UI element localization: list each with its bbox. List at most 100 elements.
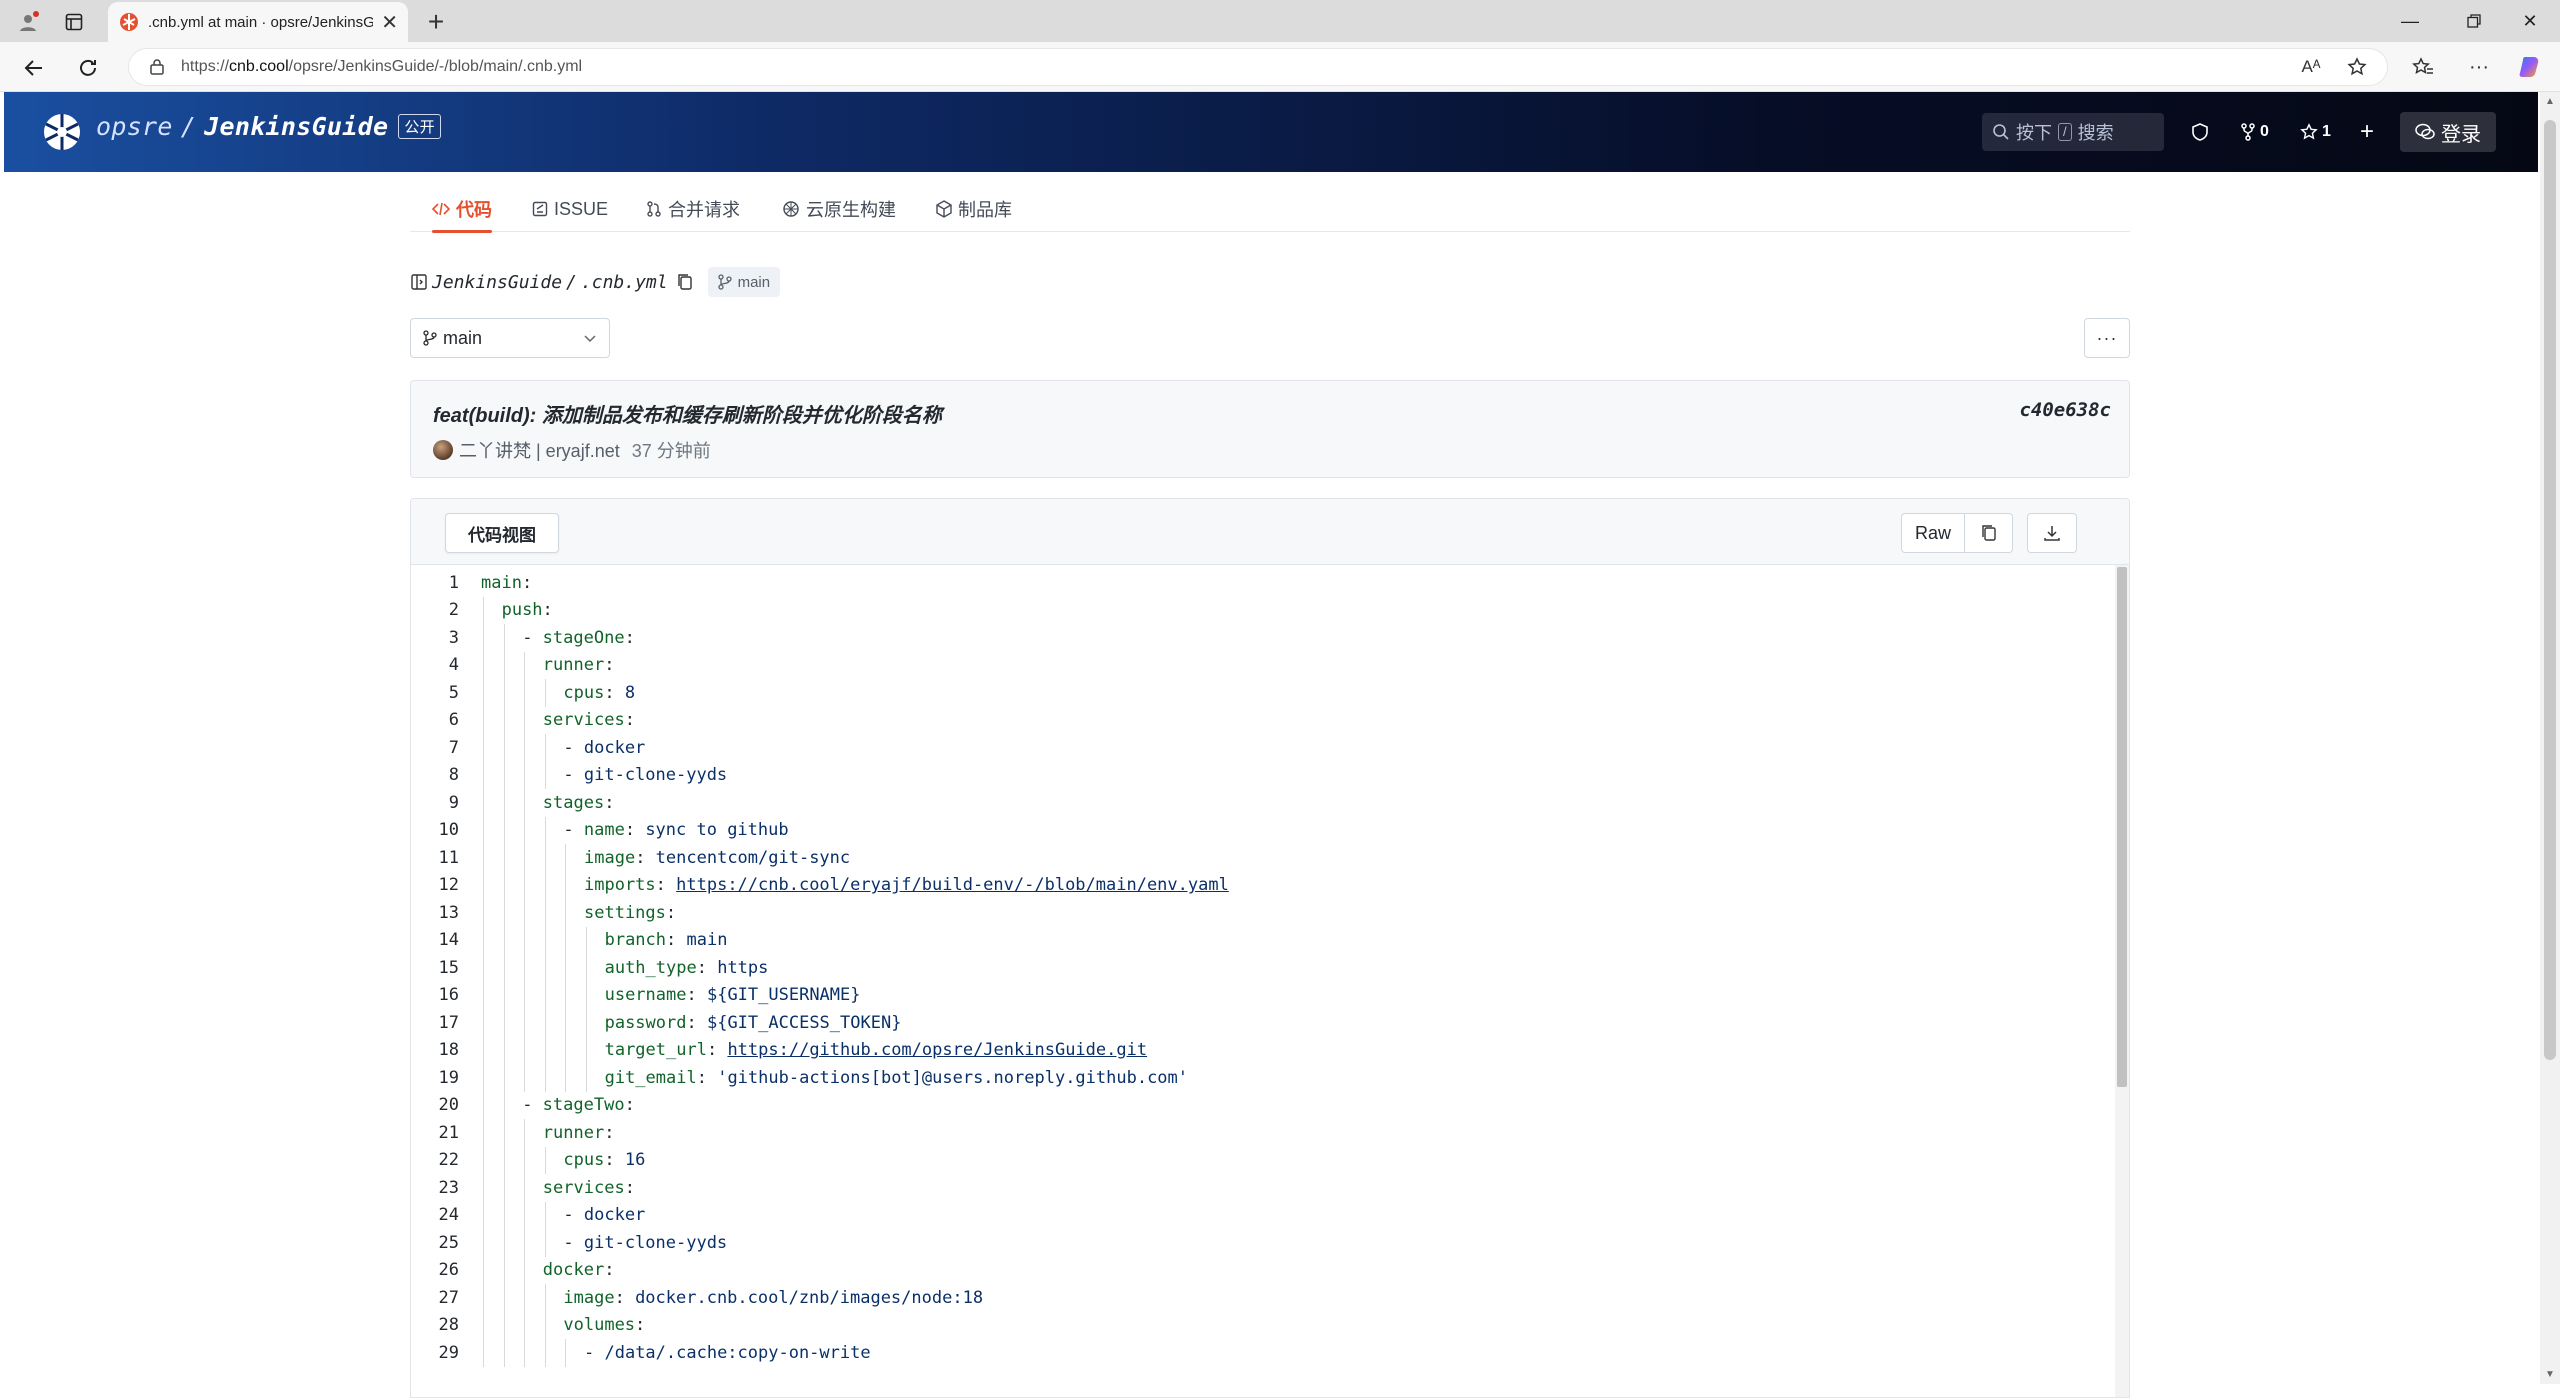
copy-content-button[interactable] [1965,513,2013,553]
line-number[interactable]: 13 [411,903,459,923]
line-number[interactable]: 22 [411,1150,459,1170]
site-info-icon[interactable] [147,57,167,77]
indent-guide [483,816,484,844]
yaml-key: auth_type [604,957,697,978]
code-line: 12 imports: https://cnb.cool/eryajf/build… [411,871,2101,899]
indent-guide [483,596,484,624]
line-number[interactable]: 2 [411,600,459,620]
more-actions-button[interactable]: ··· [2084,318,2130,358]
code-link[interactable]: https://cnb.cool/eryajf/build-env/-/blob… [676,875,1229,895]
merge-icon [647,201,661,217]
tab-packages[interactable]: 制品库 [936,186,1012,232]
line-number[interactable]: 19 [411,1068,459,1088]
browser-tab-active[interactable]: .cnb.yml at main · opsre/JenkinsGuide ✕ [108,2,408,42]
line-number[interactable]: 10 [411,820,459,840]
copilot-icon[interactable] [2514,50,2548,84]
line-number[interactable]: 23 [411,1178,459,1198]
indent-guide [483,706,484,734]
tab-actions-icon[interactable] [58,6,90,38]
line-number[interactable]: 8 [411,765,459,785]
indent-guide [544,954,546,982]
reload-button[interactable] [70,50,106,86]
settings-more-icon[interactable]: ··· [2462,50,2496,84]
read-aloud-icon[interactable]: Aᴬ [2294,50,2328,84]
code-viewer[interactable]: 1 main: 2 push: 3 - stageOne: 4 runner: 5 cpus: 8… [411,565,2129,1397]
site-header: opsre / JenkinsGuide 公开 按下 / 搜索 0 1 + 登录 [4,92,2538,172]
commit-sha-link[interactable]: c40e638c [2019,399,2111,421]
line-number[interactable]: 17 [411,1013,459,1033]
tab-cloud-build[interactable]: 云原生构建 [782,186,896,232]
line-number[interactable]: 26 [411,1260,459,1280]
code-view-tab[interactable]: 代码视图 [445,513,559,553]
profile-icon[interactable] [12,6,44,38]
create-plus-icon[interactable]: + [2360,118,2374,146]
indent-guide [503,1339,505,1367]
line-number[interactable]: 7 [411,738,459,758]
avatar[interactable] [433,440,453,460]
tab-merge-requests[interactable]: 合并请求 [646,186,740,232]
line-number[interactable]: 15 [411,958,459,978]
commit-time: 37 分钟前 [631,441,711,461]
file-tree-toggle-icon[interactable] [410,273,428,291]
raw-button[interactable]: Raw [1901,513,1965,553]
minimize-button[interactable]: — [2380,0,2440,42]
scroll-down-arrow-icon[interactable]: ▼ [2544,1369,2556,1380]
yaml-key: services [542,1177,625,1198]
yaml-value: ${GIT_USERNAME} [706,985,861,1006]
line-number[interactable]: 27 [411,1288,459,1308]
line-number[interactable]: 6 [411,710,459,730]
line-number[interactable]: 24 [411,1205,459,1225]
favorites-icon[interactable] [2406,50,2440,84]
favorite-star-icon[interactable] [2340,50,2374,84]
line-number[interactable]: 5 [411,683,459,703]
url-field[interactable]: https://cnb.cool/opsre/JenkinsGuide/-/bl… [128,48,2388,86]
code-line: 7 - docker [411,734,2101,762]
indent-guide [483,734,484,762]
indent-guide [524,1284,526,1312]
line-number[interactable]: 9 [411,793,459,813]
page-scrollbar[interactable]: ▲ ▼ [2540,92,2560,1384]
commit-message-link[interactable]: feat(build): 添加制品发布和缓存刷新阶段并优化阶段名称 [433,399,942,428]
login-button[interactable]: 登录 [2400,112,2496,152]
line-number[interactable]: 4 [411,655,459,675]
tab-code[interactable]: 代码 [432,186,492,233]
code-scrollbar-thumb[interactable] [2117,567,2127,1087]
line-number[interactable]: 20 [411,1095,459,1115]
breadcrumb-repo-link[interactable]: JenkinsGuide [432,272,562,293]
indent-guide [483,899,484,927]
new-tab-button[interactable]: + [418,4,454,40]
cnb-logo-icon[interactable] [42,112,82,152]
line-number[interactable]: 16 [411,985,459,1005]
commit-author[interactable]: 二丫讲梵 | eryajf.net [459,437,620,463]
page-scrollbar-thumb[interactable] [2544,120,2556,1060]
copy-path-icon[interactable] [676,272,694,292]
back-button[interactable] [16,50,52,86]
line-number[interactable]: 11 [411,848,459,868]
repo-name-link[interactable]: JenkinsGuide [204,112,388,141]
close-tab-icon[interactable]: ✕ [381,10,398,35]
line-number[interactable]: 3 [411,628,459,648]
line-number[interactable]: 18 [411,1040,459,1060]
indent-guide [524,844,526,872]
scroll-up-arrow-icon[interactable]: ▲ [2544,96,2556,107]
line-number[interactable]: 25 [411,1233,459,1253]
line-number[interactable]: 21 [411,1123,459,1143]
tab-issue[interactable]: ISSUE [532,186,608,232]
line-number[interactable]: 29 [411,1343,459,1363]
line-number[interactable]: 1 [411,573,459,593]
code-link[interactable]: https://github.com/opsre/JenkinsGuide.gi… [727,1040,1147,1060]
code-line: 1 main: [411,569,2101,597]
line-number[interactable]: 14 [411,930,459,950]
search-box[interactable]: 按下 / 搜索 [1982,113,2164,151]
branch-selector[interactable]: main [410,318,610,358]
download-button[interactable] [2027,513,2077,553]
restore-button[interactable] [2444,0,2504,42]
repo-owner-link[interactable]: opsre [96,112,173,141]
line-number[interactable]: 12 [411,875,459,895]
watch-icon[interactable] [2190,118,2210,146]
code-scrollbar[interactable] [2115,565,2129,1397]
close-window-button[interactable]: ✕ [2500,0,2560,42]
line-number[interactable]: 28 [411,1315,459,1335]
fork-button[interactable]: 0 [2240,118,2269,146]
star-button[interactable]: 1 [2300,118,2331,146]
